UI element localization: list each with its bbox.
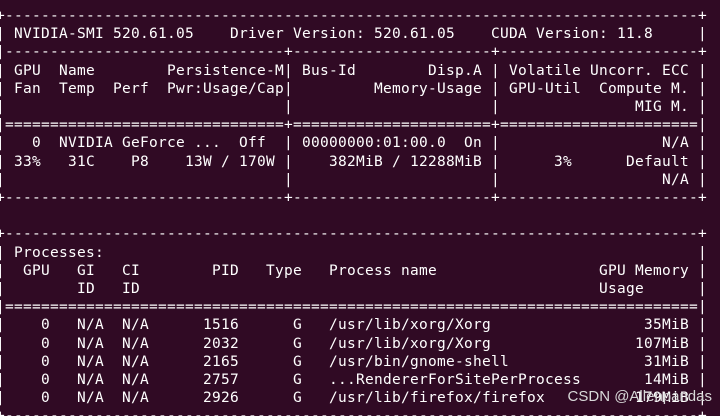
terminal-window[interactable]: +---------------------------------------… <box>0 0 720 416</box>
terminal-line: | NVIDIA-SMI 520.61.05 Driver Version: 5… <box>0 26 707 43</box>
terminal-line: +---------------------------------------… <box>0 226 707 243</box>
terminal-line: | 0 N/A N/A 2165 G /usr/bin/gnome-shell … <box>0 353 707 370</box>
terminal-line: | 33% 31C P8 13W / 170W | 382MiB / 12288… <box>0 153 707 170</box>
terminal-line: | | | MIG M. | <box>0 99 707 115</box>
terminal-line: | GPU Name Persistence-M| Bus-Id Disp.A … <box>0 62 707 79</box>
terminal-line: | Processes: | <box>0 244 707 261</box>
terminal-line: +---------------------------------------… <box>0 407 707 416</box>
terminal-line: | ID ID Usage | <box>0 281 707 297</box>
terminal-line: | 0 N/A N/A 2757 G ...RendererForSitePer… <box>0 372 707 388</box>
terminal-line: |-------------------------------+-------… <box>0 44 707 61</box>
terminal-line: | 0 N/A N/A 2032 G /usr/lib/xorg/Xorg 10… <box>0 335 707 352</box>
terminal-line: |===============================+=======… <box>0 117 707 134</box>
terminal-line: | 0 NVIDIA GeForce ... Off | 00000000:01… <box>0 135 707 152</box>
terminal-line: +---------------------------------------… <box>0 8 707 24</box>
terminal-line: +-------------------------------+-------… <box>0 190 707 206</box>
terminal-line: | | | N/A | <box>0 171 707 188</box>
watermark: CSDN @Allenpandas <box>567 388 712 405</box>
terminal-line: | GPU GI CI PID Type Process name GPU Me… <box>0 262 707 279</box>
terminal-line: | Fan Temp Perf Pwr:Usage/Cap| Memory-Us… <box>0 80 707 97</box>
terminal-line: | 0 N/A N/A 1516 G /usr/lib/xorg/Xorg 35… <box>0 317 707 334</box>
terminal-line: |=======================================… <box>0 299 707 316</box>
